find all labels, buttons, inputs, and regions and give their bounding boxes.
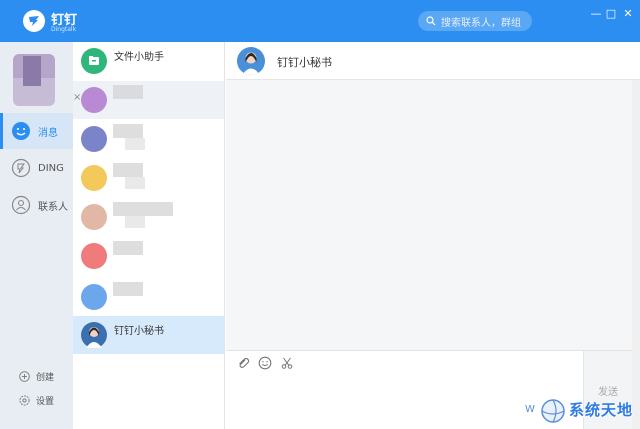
dingtalk-logo-icon	[23, 10, 45, 32]
ding-icon	[11, 158, 31, 178]
nav-label-ding: DING	[38, 162, 64, 174]
list-item-dingtalk-secretary[interactable]: 钉钉小秘书	[73, 316, 224, 354]
list-item[interactable]	[73, 120, 224, 158]
list-item[interactable]: ×	[73, 81, 224, 119]
create-label: 创建	[36, 373, 55, 383]
chat-avatar[interactable]	[237, 47, 265, 75]
minimize-button[interactable]: —	[590, 8, 602, 20]
emoji-icon[interactable]	[258, 356, 272, 370]
globe-logo-icon	[541, 399, 565, 423]
search-placeholder: 搜索联系人，群组	[441, 17, 521, 29]
settings-button[interactable]: 设置	[19, 394, 54, 407]
app-subtitle: Dingtalk	[51, 26, 77, 33]
create-button[interactable]: 创建	[19, 370, 54, 383]
list-item[interactable]	[73, 237, 224, 275]
blurred-name	[113, 202, 173, 216]
title-bar: 钉钉 Dingtalk 搜索联系人，群组 — □ ✕	[0, 0, 640, 42]
attach-icon[interactable]	[236, 356, 250, 370]
chat-header: 钉钉小秘书	[226, 42, 640, 80]
blurred-name	[113, 163, 143, 177]
blurred-preview	[125, 138, 145, 150]
settings-label: 设置	[36, 397, 55, 407]
plus-circle-icon	[19, 371, 30, 382]
conversation-avatar	[81, 87, 107, 113]
nav-item-messages[interactable]: 消息	[0, 113, 73, 149]
close-button[interactable]: ✕	[622, 8, 634, 20]
chat-title: 钉钉小秘书	[277, 56, 332, 69]
list-item-file-assistant[interactable]: 文件小助手	[73, 42, 224, 80]
list-item[interactable]	[73, 278, 224, 316]
secretary-avatar	[81, 322, 107, 348]
file-assistant-avatar	[81, 48, 107, 74]
blurred-name	[113, 282, 143, 296]
nav-item-contacts[interactable]: 联系人	[0, 187, 73, 223]
scrollbar[interactable]	[632, 80, 640, 429]
search-input[interactable]: 搜索联系人，群组	[418, 11, 532, 31]
blurred-name	[113, 85, 143, 99]
conversation-name: 钉钉小秘书	[114, 326, 164, 337]
conversation-avatar	[81, 243, 107, 269]
message-area	[226, 80, 632, 350]
list-item[interactable]	[73, 159, 224, 197]
left-nav: 消息 DING 联系人 创建 设置	[0, 42, 73, 429]
blurred-preview	[125, 177, 145, 189]
list-item[interactable]	[73, 198, 224, 236]
conversation-avatar	[81, 284, 107, 310]
watermark-text: 系统天地	[569, 401, 634, 419]
user-avatar[interactable]	[13, 54, 55, 106]
nav-label-messages: 消息	[38, 127, 58, 139]
conversation-avatar	[81, 204, 107, 230]
blurred-preview	[125, 216, 145, 228]
conversation-avatar	[81, 165, 107, 191]
scissors-icon[interactable]	[280, 356, 294, 370]
contact-icon	[11, 195, 31, 215]
maximize-button[interactable]: □	[605, 8, 617, 20]
nav-label-contacts: 联系人	[38, 201, 68, 213]
conversation-name: 文件小助手	[114, 52, 164, 63]
smile-icon	[11, 121, 31, 141]
nav-item-ding[interactable]: DING	[0, 150, 73, 186]
gear-icon	[19, 395, 30, 406]
conversation-avatar	[81, 126, 107, 152]
blurred-name	[113, 124, 143, 138]
watermark-prefix: W	[525, 404, 535, 415]
blurred-name	[113, 241, 143, 255]
search-icon	[426, 16, 436, 26]
watermark: W 系统天地	[525, 393, 640, 429]
conversation-list: 文件小助手 × 钉钉小秘书	[73, 42, 225, 429]
